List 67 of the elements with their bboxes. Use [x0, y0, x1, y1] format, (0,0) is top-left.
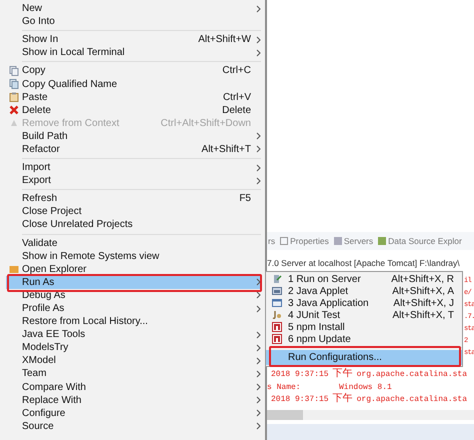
menu-item[interactable]: 3 Java Application Alt+Shift+X, J [266, 297, 462, 309]
menu-item[interactable]: Team [6, 367, 261, 381]
menu-item[interactable]: 6 npm Update [266, 333, 462, 345]
menu-item[interactable]: 5 npm Install [266, 321, 462, 333]
window-icon [272, 298, 282, 308]
menu-item[interactable]: 2 Java Applet Alt+Shift+X, A [266, 285, 462, 297]
menu-item[interactable]: Copy Ctrl+C [6, 64, 261, 78]
log-period: 下午 [332, 369, 353, 382]
menu-item[interactable]: Go Into [6, 15, 261, 28]
scrollbar-thumb[interactable] [267, 410, 303, 420]
menu-item[interactable]: Paste Ctrl+V [6, 90, 261, 104]
menu-item[interactable]: Build Path [6, 130, 261, 143]
folder-icon [9, 264, 19, 274]
log-timestamp: 2018 9:37:15 [271, 369, 329, 381]
log-label: s Name: [267, 382, 302, 394]
menu-item[interactable]: XModel [6, 354, 261, 368]
remove-icon [9, 118, 19, 128]
menu-item[interactable]: Export [6, 174, 261, 188]
properties-icon [280, 237, 288, 245]
menu-item[interactable]: 4 JUnit Test Alt+Shift+X, T [266, 309, 462, 321]
console-title: 7.0 Server at localhost [Apache Tomcat] F:\landray\ [267, 257, 460, 269]
view-tab[interactable]: rs [267, 234, 276, 248]
menu-item[interactable]: Validate [6, 236, 261, 250]
menu-item[interactable]: Run As [6, 276, 261, 289]
menu-item[interactable]: Replace With [6, 394, 261, 407]
log-timestamp: 2018 9:37:15 [271, 394, 329, 406]
npm-icon [272, 334, 282, 344]
menu-item[interactable]: Copy Qualified Name [6, 77, 261, 91]
menu-item[interactable]: Profile As [6, 302, 261, 316]
menu-item[interactable]: Close Project [6, 205, 261, 218]
menu-item[interactable]: Refresh F5 [6, 192, 261, 206]
horizontal-scrollbar[interactable] [267, 410, 474, 420]
npm-icon [272, 322, 282, 332]
menu-item[interactable]: Compare With [6, 380, 261, 394]
delete-icon [9, 105, 19, 116]
log-value: Windows 8.1 [339, 382, 392, 393]
menu-item[interactable]: Close Unrelated Projects [6, 218, 261, 232]
view-tab[interactable]: Data Source Explor [377, 234, 463, 248]
menu-item[interactable]: 1 Run on Server Alt+Shift+X, R [266, 273, 462, 285]
menu-item[interactable]: Refactor Alt+Shift+T [6, 142, 261, 156]
menu-item[interactable]: Show In Alt+Shift+W [6, 33, 261, 46]
menu-item[interactable]: ModelsTry [6, 341, 261, 354]
menu-item[interactable]: Show in Local Terminal [6, 46, 261, 60]
applet-icon [272, 286, 282, 296]
menu-item[interactable]: Delete Delete [6, 104, 261, 117]
copy-icon [9, 66, 19, 76]
menu-item[interactable]: Source [6, 420, 261, 433]
view-tab[interactable]: Properties [279, 234, 330, 248]
copy-icon [9, 79, 19, 90]
servers-icon [334, 237, 342, 245]
clipboard-icon [9, 92, 19, 102]
data-source-icon [378, 237, 386, 245]
menu-item[interactable]: Run Configurations... [266, 350, 462, 365]
menu-item[interactable]: Show in Remote Systems view [6, 250, 261, 263]
menu-item[interactable]: Configure [6, 406, 261, 420]
log-source: org.apache.catalina.sta [356, 394, 468, 406]
menu-item[interactable]: Restore from Local History... [6, 315, 261, 328]
log-source: org.apache.catalina.sta [356, 369, 468, 381]
chevron-right-icon [256, 4, 261, 13]
menu-item[interactable]: Open Explorer [6, 262, 261, 276]
menu-item[interactable]: Java EE Tools [6, 328, 261, 342]
junit-icon [272, 310, 282, 320]
log-period: 下午 [332, 394, 353, 406]
menu-item[interactable]: Import [6, 161, 261, 174]
view-tab[interactable]: Servers [332, 234, 374, 248]
menu-item[interactable]: New [6, 2, 261, 16]
server-icon [272, 274, 282, 284]
